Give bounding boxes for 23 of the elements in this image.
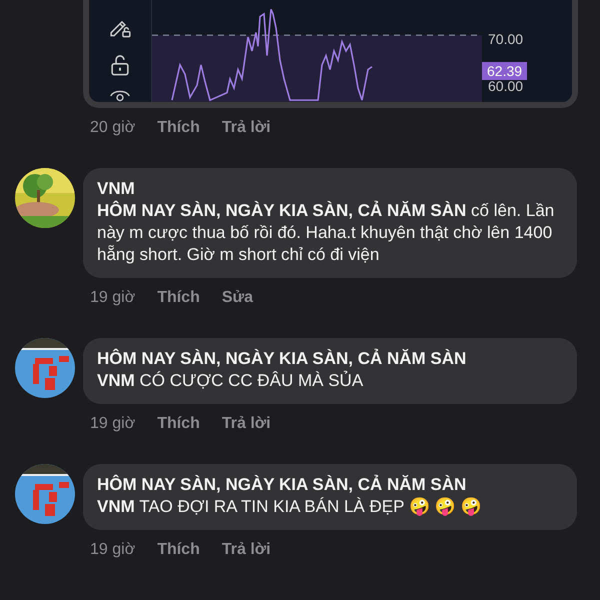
- eye-icon[interactable]: [108, 90, 132, 102]
- timestamp: 19 giờ: [90, 289, 136, 307]
- action-link[interactable]: Thích: [157, 541, 200, 559]
- comment-text: HÔM NAY SÀN, NGÀY KIA SÀN, CẢ NĂM SÀN cố lên. Lần này m cược thua bố rồi đó. Haha.t khuyên thật chờ lên 1400 hẵng short. Giờ m short chỉ có đi viện: [97, 200, 556, 266]
- comment-text: VNM CÓ CƯỢC CC ĐÂU MÀ SỦA: [97, 370, 364, 392]
- action-link[interactable]: Thích: [157, 415, 200, 433]
- author-name[interactable]: VNM: [97, 178, 563, 200]
- action-link[interactable]: Thích: [157, 289, 200, 307]
- action-link[interactable]: Thích: [157, 119, 200, 137]
- comment-text: VNM TAO ĐỢI RA TIN KIA BÁN LÀ ĐẸP 🤪 🤪 🤪: [97, 496, 482, 518]
- axis-label: 60.00: [488, 78, 524, 94]
- action-link[interactable]: Trả lời: [222, 119, 271, 137]
- timestamp: 19 giờ: [90, 541, 136, 559]
- axis-label: 70.00: [488, 31, 524, 47]
- author-name[interactable]: HÔM NAY SÀN, NGÀY KIA SÀN, CẢ NĂM SÀN: [97, 474, 563, 496]
- action-link[interactable]: Trả lời: [222, 415, 271, 433]
- price-badge: 62.39: [482, 62, 528, 80]
- timestamp: 19 giờ: [90, 415, 136, 433]
- action-link[interactable]: Trả lời: [222, 541, 271, 559]
- chart-screenshot[interactable]: 70.00 60.00 62.39: [83, 0, 578, 108]
- author-name[interactable]: HÔM NAY SÀN, NGÀY KIA SÀN, CẢ NĂM SÀN: [97, 348, 563, 370]
- timestamp: 20 giờ: [90, 119, 136, 137]
- action-link[interactable]: Sửa: [222, 289, 254, 307]
